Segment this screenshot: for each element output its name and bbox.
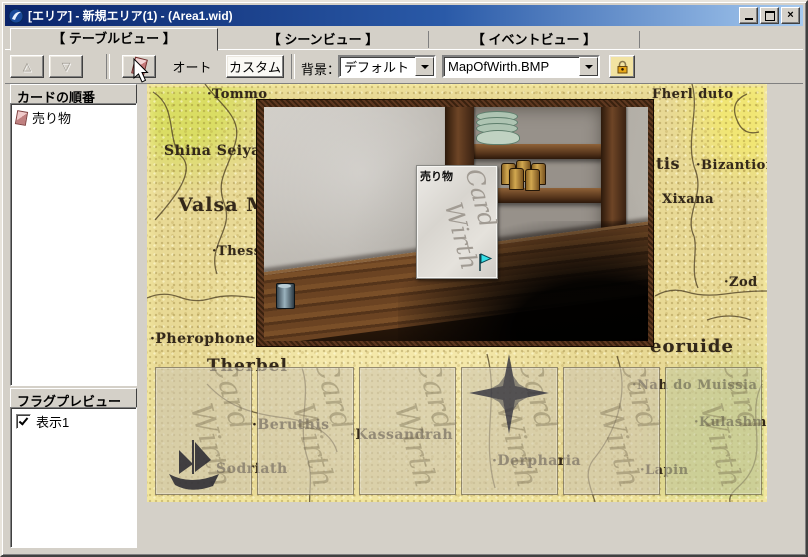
flag-icon	[479, 253, 493, 271]
checkbox-checked[interactable]	[16, 414, 31, 429]
maximize-button[interactable]	[760, 7, 779, 24]
up-triangle-icon: △	[22, 61, 32, 73]
map-label: ·Pherophone	[150, 331, 256, 347]
tab-bar: 【 テーブルビュー 】 【 シーンビュー 】 【 イベントビュー 】	[5, 28, 803, 51]
title-bar: [エリア] - 新規エリア(1) - (Area1.wid) ×	[5, 5, 803, 26]
mug	[509, 168, 524, 190]
toolbar-separator	[291, 54, 295, 79]
shelf-board	[472, 144, 603, 159]
plate-stack	[476, 111, 520, 145]
app-icon	[8, 8, 24, 24]
menu-card-urimono[interactable]: 売り物 Card Wirth	[416, 165, 502, 279]
flag-preview-header: フラグプレビュー	[10, 388, 137, 408]
down-triangle-icon: ▽	[61, 61, 71, 73]
toolbar-separator	[106, 54, 110, 79]
steel-mug	[276, 283, 295, 309]
flag-preview-list: 表示1	[10, 407, 137, 548]
mug	[525, 169, 540, 191]
flag-item-hyouji1[interactable]: 表示1	[14, 411, 133, 432]
custom-button[interactable]: カスタム	[226, 55, 284, 78]
card-icon	[14, 109, 29, 126]
close-button[interactable]: ×	[781, 7, 800, 24]
lock-button[interactable]	[609, 55, 635, 78]
map-background: ·Tommo Fherl duto Shina Seiya tis ·Bizan…	[147, 84, 767, 502]
scene-preview: 売り物 Card Wirth	[264, 107, 648, 341]
background-select[interactable]: デフォルト	[338, 55, 436, 78]
card-slot: Card Wirth	[257, 367, 354, 495]
chevron-down-icon[interactable]	[579, 57, 598, 76]
map-file-select[interactable]: MapOfWirth.BMP	[442, 55, 600, 78]
chevron-down-icon[interactable]	[415, 57, 434, 76]
map-label: tis	[656, 154, 680, 173]
map-label: ·Bizantion	[696, 158, 767, 173]
tab-scene-view[interactable]: 【 シーンビュー 】	[218, 31, 429, 48]
minimize-button[interactable]	[739, 7, 758, 24]
mouse-cursor-icon	[133, 58, 149, 83]
map-label: Fherl duto	[652, 87, 734, 102]
tab-event-view[interactable]: 【 イベントビュー 】	[429, 31, 640, 48]
card-order-list: 売り物	[10, 103, 137, 386]
card-slot: Card Wirth	[563, 367, 660, 495]
ship-illustration	[169, 440, 219, 490]
map-label: ·Zod	[724, 275, 758, 290]
auto-button[interactable]: オート	[168, 55, 216, 78]
toolbar: △ ▽ オート カスタム 背景： デフォルト MapOfWirth.BMP	[5, 49, 803, 84]
compass-rose-icon	[469, 354, 549, 434]
card-order-header: カードの順番	[10, 84, 137, 104]
map-label: eoruide	[650, 336, 734, 357]
window-title: [エリア] - 新規エリア(1) - (Area1.wid)	[28, 9, 233, 23]
card-slot: Card Wirth	[359, 367, 456, 495]
tab-table-view[interactable]: 【 テーブルビュー 】	[10, 28, 218, 51]
card-slot: Card Wirth	[665, 367, 762, 495]
lock-icon	[617, 60, 627, 73]
move-up-button[interactable]: △	[10, 55, 44, 78]
menu-card-label: 売り物	[420, 171, 453, 183]
scene-preview-frame: 売り物 Card Wirth	[256, 99, 654, 347]
map-label: Shina Seiya	[164, 143, 261, 159]
list-item-urimono[interactable]: 売り物	[14, 107, 133, 128]
map-label: Xixana	[662, 192, 715, 207]
move-down-button[interactable]: ▽	[49, 55, 83, 78]
window: [エリア] - 新規エリア(1) - (Area1.wid) × 【 テーブルビ…	[0, 0, 808, 557]
background-label: 背景：	[301, 62, 341, 77]
